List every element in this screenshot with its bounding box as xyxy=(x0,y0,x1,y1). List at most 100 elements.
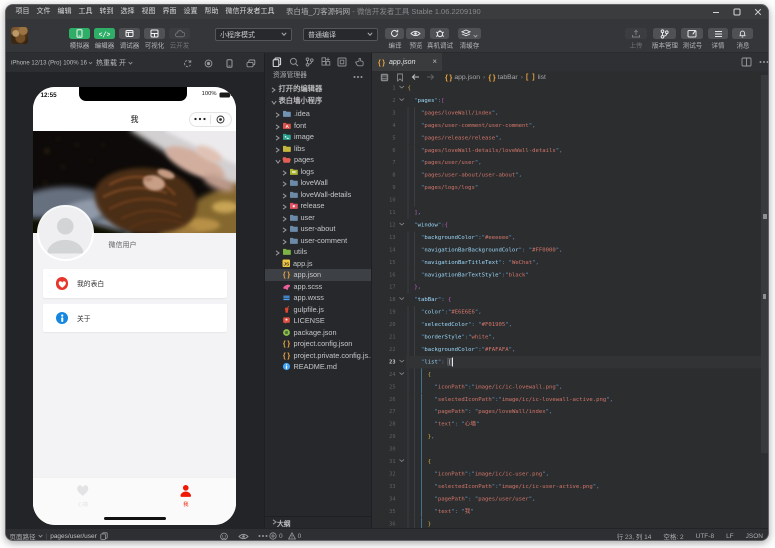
tree-file-app.wxss[interactable]: app.wxss xyxy=(265,292,371,304)
tree-file-LICENSE[interactable]: LICENSE xyxy=(265,315,371,327)
record-icon[interactable] xyxy=(204,59,213,68)
toolbar-toggle-debugger[interactable]: 调试器 xyxy=(119,28,140,51)
toolbar-toggle-grid[interactable]: 可视化 xyxy=(144,28,165,51)
avatar[interactable] xyxy=(39,206,92,260)
tree-folder-release[interactable]: release xyxy=(265,200,371,212)
fold-chevron-icon[interactable] xyxy=(399,94,406,106)
menu-item-10[interactable]: 微信开发者工具 xyxy=(222,5,278,19)
outline-list-icon[interactable] xyxy=(380,73,389,82)
tree-file-project.config.json[interactable]: { } project.config.json xyxy=(265,338,371,350)
tree-folder-logs[interactable]: logs xyxy=(265,166,371,178)
menu-item-about[interactable]: 关于 xyxy=(43,303,227,333)
tab-app-json[interactable]: { } app.json × xyxy=(372,53,442,71)
ellipsis-icon[interactable] xyxy=(258,534,268,538)
menu-item-my-confession[interactable]: 我的表白 xyxy=(43,269,227,298)
menu-item-7[interactable]: 界面 xyxy=(159,5,180,19)
fold-chevron-icon[interactable] xyxy=(399,368,406,380)
eol[interactable]: LF xyxy=(726,533,734,540)
tree-folder-.idea[interactable]: .idea xyxy=(265,108,371,120)
maximize-button[interactable] xyxy=(726,5,747,19)
tree-folder-pages[interactable]: pages xyxy=(265,154,371,166)
tree-folder-image[interactable]: image xyxy=(265,131,371,143)
section-outline[interactable]: 大纲 xyxy=(265,516,371,528)
git-branch-icon[interactable] xyxy=(305,56,314,67)
more-dots-icon[interactable] xyxy=(190,117,210,121)
device-icon[interactable] xyxy=(225,58,234,68)
tree-file-app.json[interactable]: { } app.json xyxy=(265,269,371,281)
indentation[interactable]: 空格: 2 xyxy=(663,531,683,540)
files-icon[interactable] xyxy=(272,57,282,67)
device-selector[interactable]: iPhone 12/13 (Pro) 100% 16 xyxy=(11,54,93,71)
eye-icon[interactable] xyxy=(238,533,249,540)
breadcrumb-item[interactable]: { } app.json xyxy=(445,73,480,82)
section-project[interactable]: 表白墙小程序 xyxy=(265,95,371,107)
vconsole-icon[interactable] xyxy=(219,532,229,541)
toolbar-toggle-code[interactable]: </> 编辑器 xyxy=(94,28,115,51)
home-capsule-icon[interactable] xyxy=(211,115,231,124)
fold-chevron-icon[interactable] xyxy=(399,455,406,467)
toolbar-action-device-debug[interactable]: 真机调试 xyxy=(426,28,453,51)
arrow-right-icon[interactable] xyxy=(426,73,435,81)
rotate-icon[interactable] xyxy=(183,59,192,68)
tree-folder-user-comment[interactable]: user-comment xyxy=(265,235,371,247)
copy-icon[interactable] xyxy=(100,532,108,540)
fold-chevron-icon[interactable] xyxy=(399,219,406,231)
multi-window-icon[interactable] xyxy=(246,59,256,68)
tree-file-app.js[interactable]: JS app.js xyxy=(265,258,371,270)
toolbar-action-eye[interactable]: 预览 xyxy=(406,28,425,51)
fold-chevron-icon[interactable] xyxy=(399,356,406,368)
section-open-editors[interactable]: 打开的编辑器 xyxy=(265,83,371,95)
search-icon[interactable] xyxy=(289,57,299,67)
menu-item-8[interactable]: 设置 xyxy=(180,5,201,19)
toolbar-action-cache[interactable]: 清缓存 xyxy=(458,28,481,51)
minimize-button[interactable] xyxy=(705,5,726,19)
tree-folder-user-about[interactable]: user-about xyxy=(265,223,371,235)
toolbar-right-details[interactable]: 详情 xyxy=(708,28,728,51)
menu-item-0[interactable]: 项目 xyxy=(12,5,33,19)
capsule-buttons[interactable] xyxy=(188,112,232,127)
user-avatar[interactable] xyxy=(11,27,28,44)
tree-folder-user[interactable]: user xyxy=(265,212,371,224)
menu-item-4[interactable]: 转到 xyxy=(96,5,117,19)
tree-file-app.scss[interactable]: app.scss xyxy=(265,281,371,293)
page-path-label[interactable]: 页面路径 xyxy=(10,531,43,540)
tree-file-README.md[interactable]: README.md xyxy=(265,361,371,373)
npm-icon[interactable] xyxy=(337,57,347,67)
toolbar-toggle-cloud[interactable]: 云开发 xyxy=(169,28,190,51)
menu-item-5[interactable]: 选择 xyxy=(117,5,138,19)
menu-item-9[interactable]: 帮助 xyxy=(201,5,222,19)
fold-chevron-icon[interactable] xyxy=(399,293,406,305)
mode-select[interactable]: 小程序模式 xyxy=(215,28,292,41)
language-mode[interactable]: JSON xyxy=(746,533,763,540)
toolbar-toggle-phone[interactable]: 模拟器 xyxy=(69,28,90,51)
toolbar-right-upload[interactable]: 上传 xyxy=(625,28,647,51)
scrollbar-slider[interactable] xyxy=(761,75,768,453)
tree-folder-loveWall[interactable]: loveWall xyxy=(265,177,371,189)
menu-item-1[interactable]: 文件 xyxy=(33,5,54,19)
close-button[interactable] xyxy=(747,5,768,19)
statusbar-problems[interactable]: 0 0 xyxy=(269,529,301,540)
tab-me[interactable]: 我 xyxy=(156,484,216,508)
tree-folder-loveWall-details[interactable]: loveWall-details xyxy=(265,189,371,201)
ellipsis-icon[interactable] xyxy=(759,60,768,64)
fold-chevron-icon[interactable] xyxy=(399,83,406,94)
cursor-position[interactable]: 行 23, 列 14 xyxy=(617,531,652,540)
editor-scrollbar[interactable] xyxy=(761,75,768,528)
compile-select[interactable]: 普通编译 xyxy=(303,28,378,41)
toolbar-right-bell[interactable]: 消息 xyxy=(732,28,753,51)
close-icon[interactable]: × xyxy=(432,58,437,66)
menu-item-6[interactable]: 视图 xyxy=(138,5,159,19)
code-area[interactable]: 1{2 "pages":[3 "pages/loveWall/index", 4 … xyxy=(372,83,768,528)
tree-file-project.private.config.js...[interactable]: { } project.private.config.js... xyxy=(265,350,371,362)
bookmark-icon[interactable] xyxy=(396,73,404,82)
menu-item-2[interactable]: 编辑 xyxy=(54,5,75,19)
tree-file-package.json[interactable]: package.json xyxy=(265,327,371,339)
toolbar-action-refresh[interactable]: 编译 xyxy=(385,28,404,51)
tree-folder-font[interactable]: Afont xyxy=(265,120,371,132)
ellipsis-icon[interactable] xyxy=(353,75,363,79)
tab-heart-wall[interactable]: 心墙 xyxy=(53,484,113,508)
toolbar-right-branch[interactable]: 版本管理 xyxy=(651,28,678,51)
arrow-left-icon[interactable] xyxy=(411,73,420,81)
publish-icon[interactable] xyxy=(354,57,364,67)
breadcrumb-item[interactable]: { } tabBar xyxy=(488,73,517,82)
